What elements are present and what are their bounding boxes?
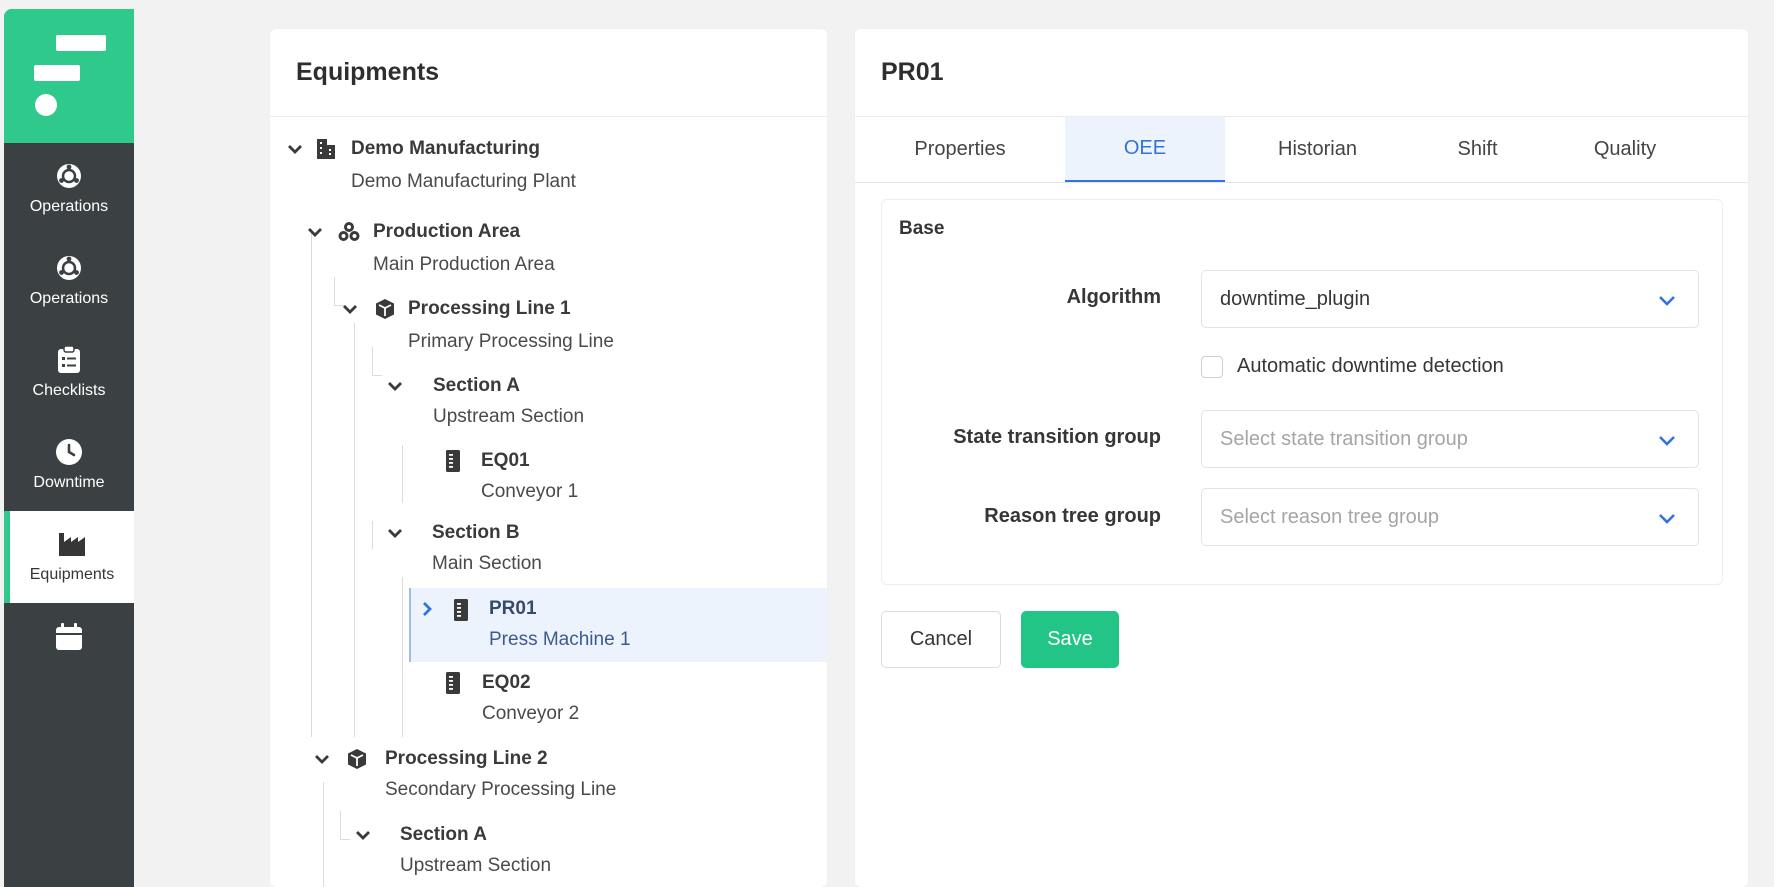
cubes-icon: [338, 222, 360, 241]
tree-node-title: Processing Line 1: [408, 298, 571, 319]
tree-node-subtitle: Conveyor 2: [482, 703, 580, 724]
tab-quality[interactable]: Quality: [1545, 117, 1705, 182]
algorithm-label: Algorithm: [1066, 286, 1161, 308]
calendar-icon: [55, 623, 83, 651]
tree-node-title: Section A: [400, 824, 487, 845]
state-group-placeholder: Select state transition group: [1220, 427, 1468, 450]
equipments-title: Equipments: [270, 29, 827, 117]
sidebar-item-equipments[interactable]: Equipments: [4, 511, 134, 603]
sidebar-item-calendar[interactable]: [4, 603, 134, 673]
reason-group-placeholder: Select reason tree group: [1220, 505, 1440, 528]
tree-guide: [334, 277, 335, 305]
equipments-panel: Equipments Demo Manufacturing Demo Manuf…: [270, 29, 827, 887]
detail-title: PR01: [855, 29, 1748, 117]
tree-node-title: Section B: [432, 522, 520, 543]
auto-downtime-checkbox[interactable]: [1201, 355, 1223, 378]
tree-guide: [311, 229, 312, 737]
chevron-down-icon: [1659, 296, 1675, 306]
tree-guide: [372, 347, 373, 375]
tree-node-title: EQ01: [481, 450, 530, 471]
tree-guide: [340, 839, 350, 840]
equipment-icon: [446, 450, 460, 472]
chevron-down-icon[interactable]: [285, 139, 305, 159]
tab-bar: Properties OEE Historian Shift Quality: [855, 117, 1748, 183]
sidebar-item-operations[interactable]: Operations: [4, 143, 134, 235]
chevron-down-icon[interactable]: [305, 222, 325, 242]
chevron-down-icon[interactable]: [312, 749, 332, 769]
sidebar-item-operations-2[interactable]: Operations: [4, 235, 134, 327]
tree-guide: [402, 445, 403, 503]
chevron-down-icon[interactable]: [353, 825, 373, 845]
tree-guide: [340, 811, 341, 839]
chevron-down-icon[interactable]: [340, 299, 360, 319]
sidebar-item-label: Checklists: [32, 382, 106, 399]
tree-guide: [372, 375, 382, 376]
sidebar-item-downtime[interactable]: Downtime: [4, 419, 134, 511]
equipment-icon: [454, 599, 468, 621]
chevron-down-icon[interactable]: [385, 376, 405, 396]
box-icon: [348, 749, 366, 769]
tree-node-title: Demo Manufacturing: [351, 138, 540, 159]
tree-guide: [354, 323, 355, 737]
reason-group-label: Reason tree group: [984, 505, 1161, 527]
state-group-select[interactable]: Select state transition group: [1201, 410, 1699, 468]
chevron-down-icon: [1659, 436, 1675, 446]
clipboard-icon: [55, 346, 83, 374]
chevron-down-icon[interactable]: [385, 523, 405, 543]
sidebar-item-checklists[interactable]: Checklists: [4, 327, 134, 419]
tree-node-title: PR01: [489, 598, 537, 619]
algorithm-select[interactable]: downtime_plugin: [1201, 270, 1699, 328]
auto-downtime-row[interactable]: Automatic downtime detection: [1201, 355, 1504, 378]
tree-node-subtitle: Primary Processing Line: [408, 331, 614, 352]
tree-node-subtitle: Main Section: [432, 553, 542, 574]
tree-node-title: Processing Line 2: [385, 748, 548, 769]
sidebar: Operations Operations Checklists Downtim…: [4, 9, 134, 887]
chevron-right-icon[interactable]: [417, 599, 437, 619]
building-icon: [317, 139, 335, 159]
detail-panel: PR01 Properties OEE Historian Shift Qual…: [855, 29, 1748, 887]
operations-icon: [55, 162, 83, 190]
tree-node-title: Section A: [433, 375, 520, 396]
tree-node-title: Production Area: [373, 221, 521, 242]
algorithm-value: downtime_plugin: [1220, 287, 1371, 310]
tree-node-subtitle: Upstream Section: [433, 406, 585, 427]
tab-shift[interactable]: Shift: [1410, 117, 1545, 182]
equipment-icon: [446, 672, 460, 694]
tree-node-subtitle: Press Machine 1: [489, 629, 631, 650]
tab-oee[interactable]: OEE: [1065, 117, 1225, 182]
app-logo[interactable]: [4, 9, 134, 143]
cancel-button[interactable]: Cancel: [881, 611, 1001, 668]
tree-node-title: EQ02: [482, 672, 531, 693]
state-group-label: State transition group: [953, 426, 1161, 448]
sidebar-item-label: Downtime: [33, 474, 105, 491]
tree-node-subtitle: Demo Manufacturing Plant: [351, 171, 576, 192]
sidebar-item-label: Equipments: [29, 566, 115, 583]
tree-guide: [402, 577, 403, 737]
tree-node-subtitle: Main Production Area: [373, 254, 555, 275]
tree-guide: [323, 782, 324, 887]
factory-icon: [58, 530, 86, 558]
clock-icon: [55, 438, 83, 466]
section-title: Base: [899, 218, 945, 239]
tab-historian[interactable]: Historian: [1225, 117, 1410, 182]
sidebar-item-label: Operations: [29, 198, 109, 215]
save-button[interactable]: Save: [1021, 611, 1119, 668]
sidebar-item-label: Operations: [29, 290, 109, 307]
tree-guide: [372, 521, 373, 549]
tree-node-subtitle: Secondary Processing Line: [385, 779, 617, 800]
tree-node-subtitle: Conveyor 1: [481, 481, 579, 502]
tree-node-subtitle: Upstream Section: [400, 855, 552, 876]
operations-icon: [55, 254, 83, 282]
tab-properties[interactable]: Properties: [855, 117, 1065, 182]
chevron-down-icon: [1659, 514, 1675, 524]
box-icon: [376, 299, 394, 319]
auto-downtime-label: Automatic downtime detection: [1237, 355, 1504, 377]
reason-group-select[interactable]: Select reason tree group: [1201, 488, 1699, 546]
equipment-tree: Demo Manufacturing Demo Manufacturing Pl…: [270, 117, 827, 887]
